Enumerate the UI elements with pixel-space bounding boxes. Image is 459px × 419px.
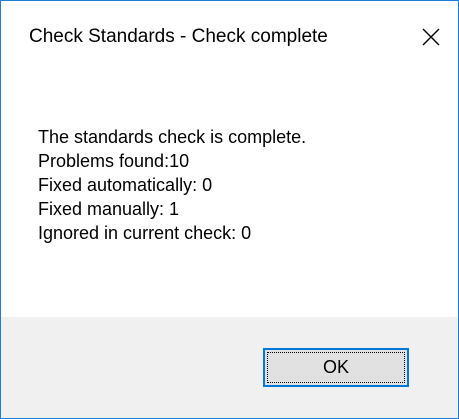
title-bar: Check Standards - Check complete [1, 1, 458, 81]
dialog-content: The standards check is complete. Problem… [1, 81, 458, 317]
message-line-fixed-manually: Fixed manually: 1 [38, 199, 180, 219]
window-title: Check Standards - Check complete [29, 26, 328, 47]
message-text: The standards check is complete. Problem… [38, 125, 306, 245]
button-bar: OK [1, 317, 458, 418]
ok-button[interactable]: OK [263, 348, 409, 387]
close-icon [422, 28, 440, 46]
message-line-fixed-automatically: Fixed automatically: 0 [38, 175, 213, 195]
message-line-status: The standards check is complete. [38, 127, 307, 147]
check-complete-dialog: Check Standards - Check complete The sta… [0, 0, 459, 419]
message-line-ignored: Ignored in current check: 0 [38, 223, 252, 243]
close-button[interactable] [414, 17, 448, 57]
ok-button-label: OK [322, 357, 349, 377]
message-line-problems-found: Problems found:10 [38, 151, 190, 171]
